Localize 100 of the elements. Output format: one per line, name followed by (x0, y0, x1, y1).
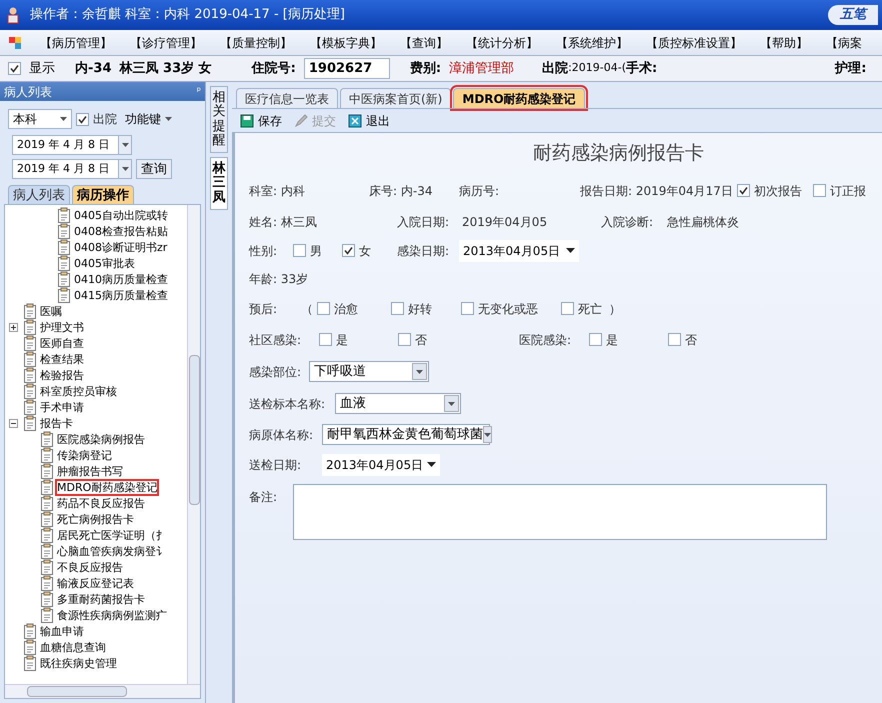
menu-item[interactable]: 【查询】 (400, 34, 448, 52)
department-text: 科室: 内科 (249, 182, 305, 200)
checkbox[interactable] (8, 62, 21, 75)
tree-item[interactable]: 既往疾病史管理 (40, 656, 117, 670)
admission-date-label: 入院日期: (397, 214, 450, 230)
checkbox[interactable] (589, 333, 602, 346)
tree-item[interactable]: 多重耐药菌报告卡 (57, 592, 145, 606)
expand-toggle[interactable] (9, 322, 18, 332)
tree-item[interactable]: 输液反应登记表 (57, 576, 134, 590)
pathogen-dropdown[interactable]: 耐甲氧西林金黄色葡萄球菌 (322, 424, 490, 445)
tree-item[interactable]: 不良反应报告 (57, 560, 123, 574)
option-label: 女 (359, 242, 371, 260)
tree-item[interactable]: 检查结果 (40, 352, 84, 366)
document-icon (23, 303, 37, 319)
checkbox[interactable] (813, 184, 826, 197)
tree-item[interactable]: 医师自查 (40, 336, 84, 350)
checkbox[interactable] (76, 112, 89, 126)
document-icon (40, 447, 54, 463)
menu-item[interactable]: 【统计分析】 (466, 34, 538, 52)
pathogen-label: 病原体名称: (249, 426, 314, 444)
document-tab[interactable]: 中医病案首页(新) (340, 88, 452, 108)
tree-item[interactable]: 0405审批表 (74, 256, 135, 270)
tree-item[interactable]: 0410病历质量检查 (74, 272, 168, 286)
checkbox[interactable] (561, 302, 574, 315)
admission-number-field[interactable]: 1902627 (304, 58, 390, 80)
checkbox[interactable] (398, 333, 411, 346)
tab[interactable]: 病历操作 (72, 185, 134, 204)
side-tab[interactable]: 林三凤 (210, 157, 228, 210)
menu-item[interactable]: 【质量控制】 (220, 34, 292, 52)
window-title: 操作者：余哲麒 科室：内科 2019-04-17 - [病历处理] (30, 6, 345, 24)
menu-item[interactable]: 【帮助】 (760, 34, 808, 52)
checkbox[interactable] (737, 184, 750, 197)
tree-item[interactable]: 手术申请 (40, 400, 84, 414)
document-icon (57, 223, 71, 239)
menu-item[interactable]: 【质控标准设置】 (646, 34, 742, 52)
checkbox[interactable] (668, 333, 681, 346)
tree-item[interactable]: 食源性疾病病例监测疒 (57, 608, 167, 622)
checkbox[interactable] (342, 244, 355, 257)
toolbar-button[interactable]: 保存 (240, 112, 282, 130)
menu-item[interactable]: 【系统维护】 (556, 34, 628, 52)
tree-item[interactable]: 心脑血管疾病发病登讠 (57, 544, 167, 558)
document-icon (57, 207, 71, 223)
checkbox[interactable] (391, 302, 404, 315)
checkbox[interactable] (319, 333, 332, 346)
horizontal-scrollbar[interactable] (5, 684, 200, 698)
document-icon (23, 639, 37, 655)
tree-item[interactable]: 传染病登记 (57, 448, 112, 462)
query-button[interactable]: 查询 (136, 159, 172, 179)
side-tab[interactable]: 相关提醒 (210, 86, 228, 154)
vertical-scrollbar[interactable] (187, 205, 200, 684)
tree-item[interactable]: 护理文书 (40, 320, 84, 334)
tree-item[interactable]: 死亡病例报告卡 (57, 512, 134, 526)
checkbox[interactable] (317, 302, 330, 315)
send-date-field[interactable]: 2013年04月05日 (322, 454, 440, 476)
checkbox[interactable] (461, 302, 474, 315)
start-date-field[interactable]: 2019 年 4 月 8 日 (12, 135, 132, 155)
menu-icon (8, 36, 22, 50)
document-icon (40, 495, 54, 511)
tree-item[interactable]: 0408诊断证明书zr (74, 240, 168, 254)
document-tab[interactable]: MDRO耐药感染登记 (453, 88, 585, 108)
tree-item[interactable]: 药品不良反应报告 (57, 496, 145, 510)
tree-item[interactable]: 0405自动出院或转 (74, 208, 168, 222)
specimen-dropdown[interactable]: 血液 (335, 393, 461, 414)
tree-item[interactable]: 输血申请 (40, 624, 84, 638)
parenthesis-text: （ (301, 300, 313, 318)
department-dropdown[interactable]: 本科 (8, 109, 72, 129)
remarks-label: 备注: (249, 488, 278, 506)
tree-item[interactable]: 医嘱 (40, 304, 62, 318)
checkbox[interactable] (293, 244, 306, 257)
tab[interactable]: 病人列表 (8, 185, 70, 204)
pencil-icon (294, 114, 308, 128)
remarks-field[interactable] (293, 484, 828, 540)
tree-item[interactable]: 科室质控员审核 (40, 384, 117, 398)
collapse-toggle[interactable] (9, 418, 18, 428)
infection-date-field[interactable]: 2013年04月05日 (459, 240, 579, 262)
infection-site-dropdown[interactable]: 下呼吸道 (309, 361, 429, 382)
document-icon (40, 543, 54, 559)
menu-item[interactable]: 【诊疗管理】 (130, 34, 202, 52)
tree-item[interactable]: 0408检查报告粘贴 (74, 224, 168, 238)
tree-item[interactable]: 0415病历质量检查 (74, 288, 168, 302)
pin-icon[interactable]: ᵖ (196, 84, 201, 99)
plus-icon (10, 324, 17, 330)
menu-item[interactable]: 【病案 (826, 34, 862, 52)
tree-item[interactable]: MDRO耐药感染登记 (57, 480, 158, 494)
tree-item[interactable]: 肿瘤报告书写 (57, 464, 123, 478)
toolbar-button[interactable]: 退出 (348, 112, 390, 130)
document-tab[interactable]: 医疗信息一览表 (236, 88, 338, 108)
tree-item[interactable]: 检验报告 (40, 368, 84, 382)
document-icon (23, 655, 37, 671)
function-key-button[interactable]: 功能键 (125, 110, 172, 128)
caret-icon (448, 402, 455, 406)
tree-item[interactable]: 血糖信息查询 (40, 640, 106, 654)
tree-item[interactable]: 医院感染病例报告 (57, 432, 145, 446)
document-icon (57, 239, 71, 255)
menu-item[interactable]: 【病历管理】 (40, 34, 112, 52)
discharge-value: :2019-04-( (568, 60, 626, 76)
tree-item[interactable]: 报告卡 (40, 416, 73, 430)
tree-item[interactable]: 居民死亡医学证明（扌 (57, 528, 167, 542)
menu-item[interactable]: 【模板字典】 (310, 34, 382, 52)
end-date-field[interactable]: 2019 年 4 月 8 日 (12, 159, 132, 179)
